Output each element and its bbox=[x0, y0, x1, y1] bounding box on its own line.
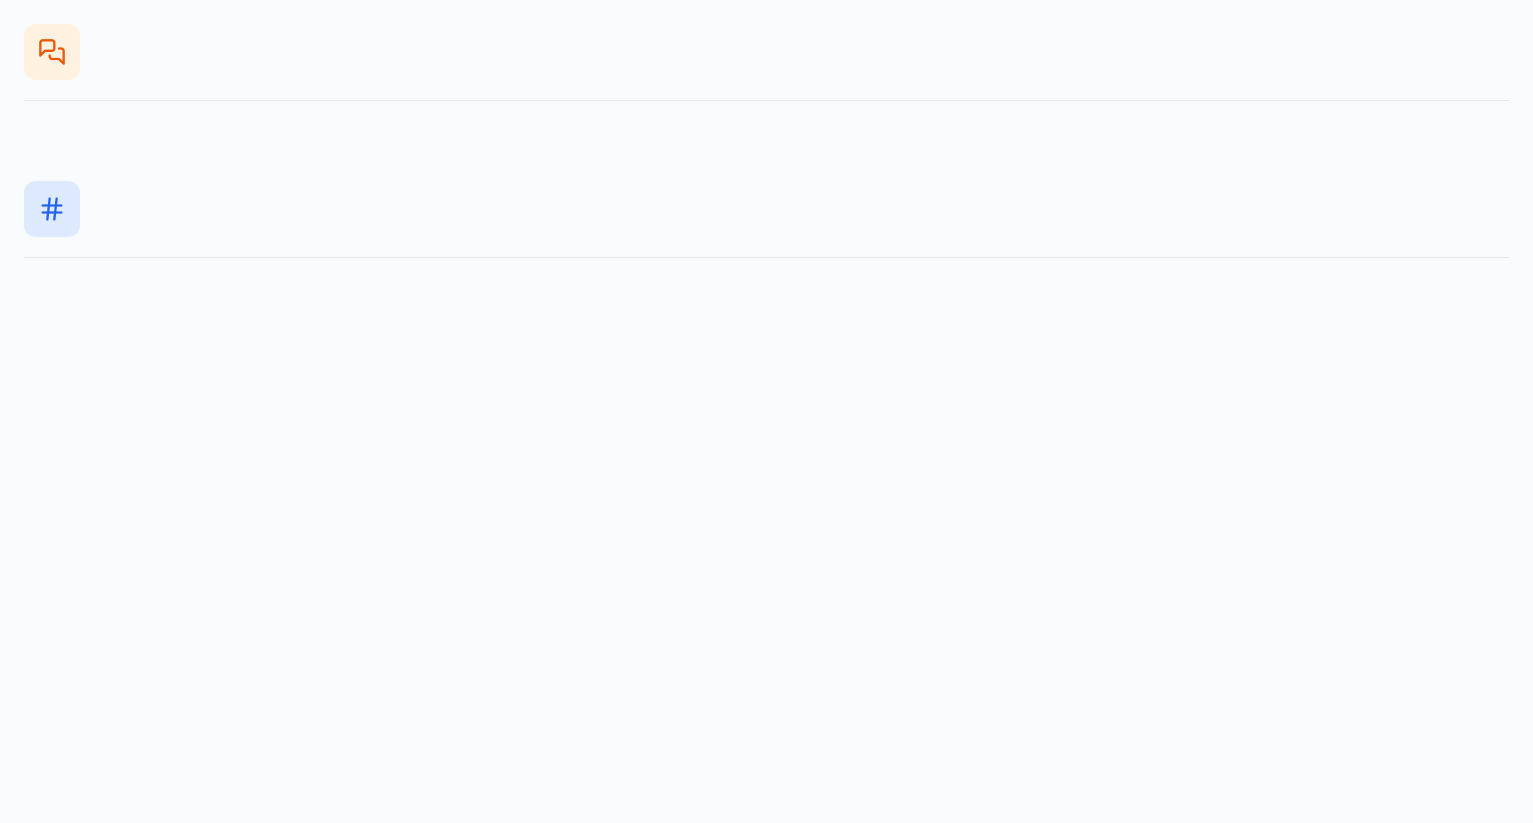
messages-icon bbox=[24, 24, 80, 80]
subreddits-section bbox=[24, 24, 1509, 133]
hash-icon bbox=[24, 181, 80, 237]
subreddits-header bbox=[24, 24, 1509, 101]
keywords-header bbox=[24, 181, 1509, 258]
keywords-section bbox=[24, 181, 1509, 290]
